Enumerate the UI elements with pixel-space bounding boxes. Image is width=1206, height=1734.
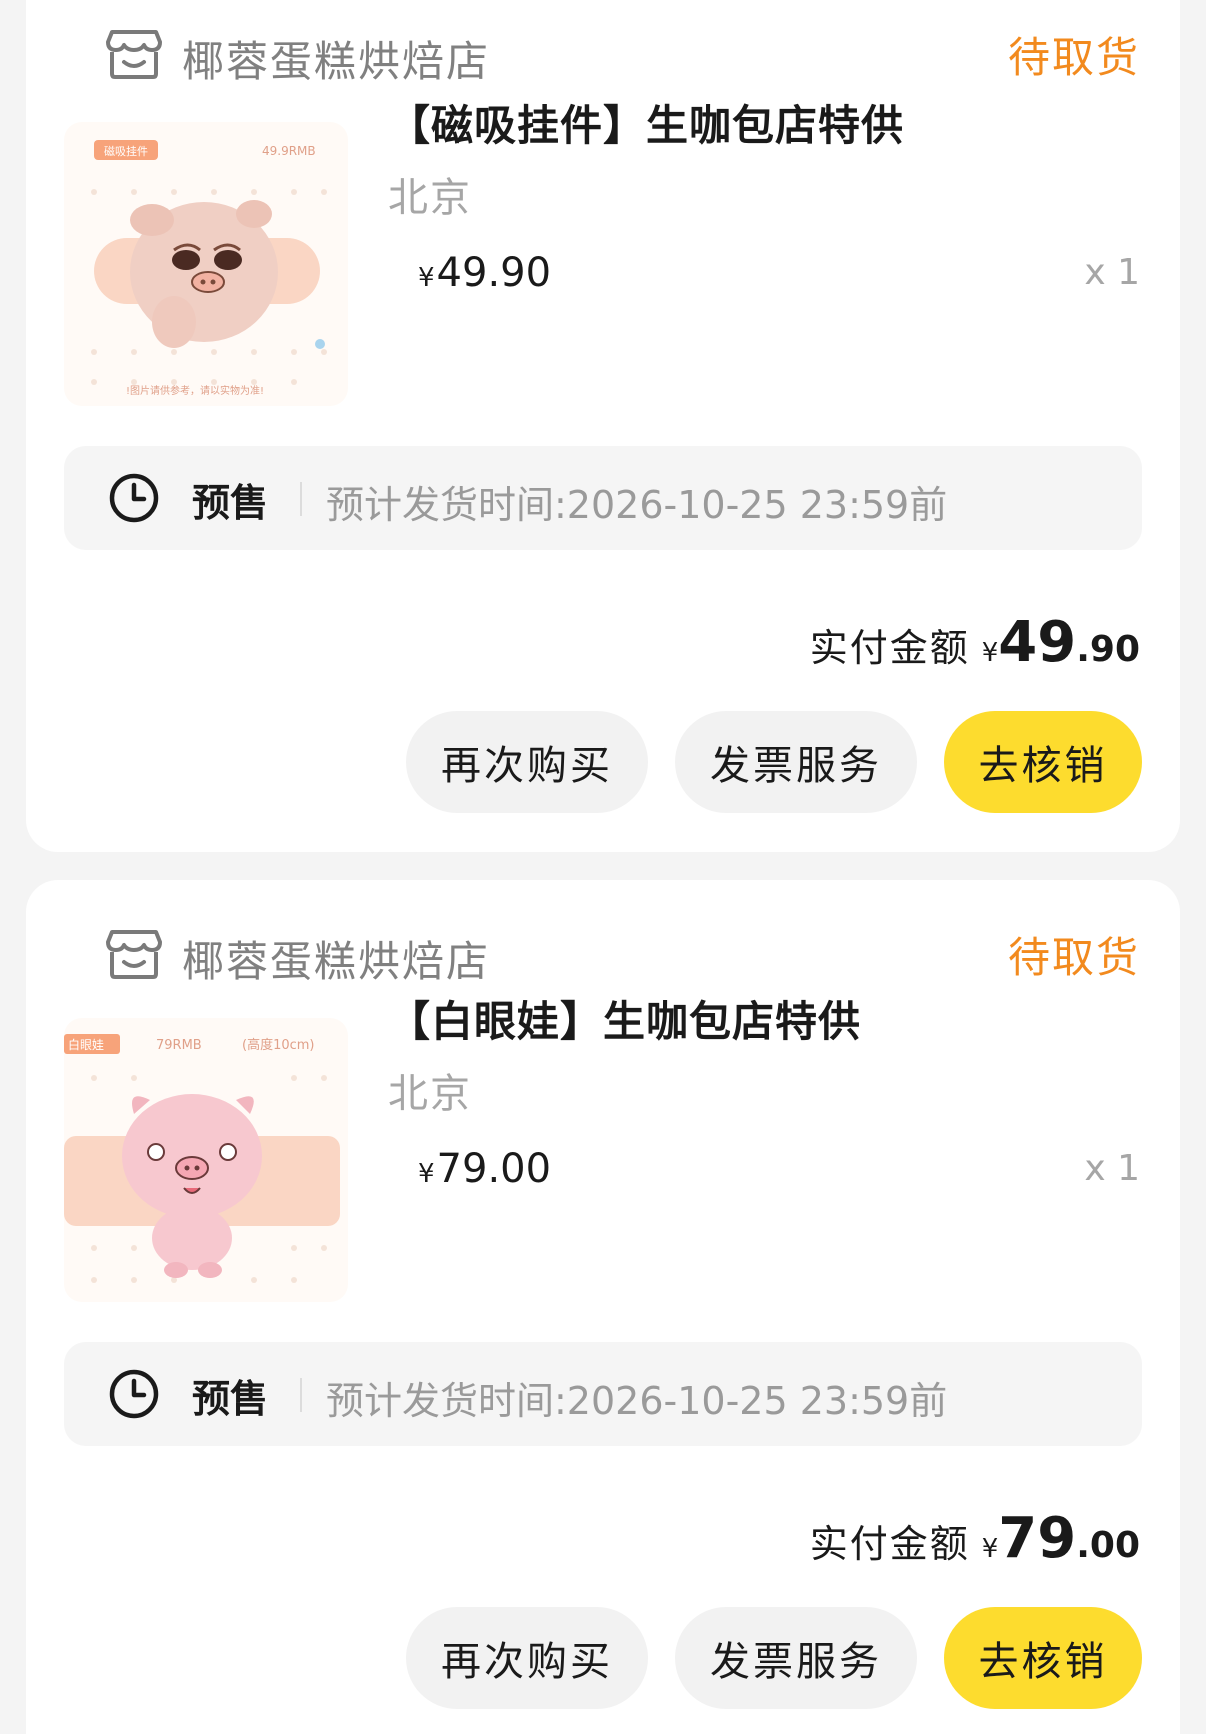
product-quantity: x 1 [1084,1148,1140,1189]
product-title[interactable]: 【磁吸挂件】生咖包店特供 [388,92,904,153]
shop-header[interactable]: 椰蓉蛋糕烘焙店 待取货 [66,24,1140,86]
product-city: 北京 [388,1071,472,1117]
order-card[interactable]: 椰蓉蛋糕烘焙店 待取货 白眼娃 79RMB (高度10cm) 【白眼娃】生咖包店… [26,880,1180,1734]
paid-label: 实付金额 [809,626,970,670]
product-city: 北京 [388,175,472,221]
clock-icon [108,472,160,524]
image-price: 79RMB [156,1038,202,1053]
shop-icon [106,928,162,980]
paid-decimal: .00 [1076,1525,1140,1566]
shop-header[interactable]: 椰蓉蛋糕烘焙店 待取货 [66,924,1140,986]
image-tag: 磁吸挂件 [104,144,148,158]
paid-integer: 79 [998,1506,1077,1571]
currency-symbol: ¥ [418,263,435,293]
invoice-button[interactable]: 发票服务 [675,1607,917,1709]
rebuy-button[interactable]: 再次购买 [406,1607,648,1709]
paid-label: 实付金额 [809,1522,970,1566]
paid-amount: 实付金额 ¥49.90 [809,610,1140,675]
invoice-button[interactable]: 发票服务 [675,711,917,813]
price-value: 79.00 [436,1146,552,1192]
presale-label: 预售 [192,1377,269,1421]
order-status: 待取货 [1007,933,1140,982]
shop-name[interactable]: 椰蓉蛋糕烘焙店 [182,928,490,989]
order-card[interactable]: 椰蓉蛋糕烘焙店 待取货 磁吸挂件 49.9RMB !图片请供参考，请以实物为准!… [26,0,1180,852]
product-price: ¥79.00 [418,1146,551,1192]
divider [300,1378,302,1412]
paid-integer: 49 [998,610,1077,675]
product-quantity: x 1 [1084,252,1140,293]
verify-button[interactable]: 去核销 [944,1607,1142,1709]
product-image[interactable]: 磁吸挂件 49.9RMB !图片请供参考，请以实物为准! [64,122,348,406]
rebuy-button[interactable]: 再次购买 [406,711,648,813]
image-price: 49.9RMB [262,144,316,158]
shop-icon [106,28,162,80]
price-value: 49.90 [436,250,552,296]
paid-amount: 实付金额 ¥79.00 [809,1506,1140,1571]
divider [300,482,302,516]
presale-label: 预售 [192,481,269,525]
presale-info: 预售 预计发货时间:2026-10-25 23:59前 [64,446,1142,550]
image-tag: 白眼娃 [68,1037,104,1052]
image-note: !图片请供参考，请以实物为准! [126,384,264,397]
currency-symbol: ¥ [981,638,999,668]
image-size: (高度10cm) [242,1037,315,1053]
currency-symbol: ¥ [418,1159,435,1189]
verify-button[interactable]: 去核销 [944,711,1142,813]
ship-eta: 预计发货时间:2026-10-25 23:59前 [326,483,948,527]
presale-info: 预售 预计发货时间:2026-10-25 23:59前 [64,1342,1142,1446]
paid-decimal: .90 [1076,629,1140,670]
product-price: ¥49.90 [418,250,551,296]
order-status: 待取货 [1007,33,1140,82]
product-image[interactable]: 白眼娃 79RMB (高度10cm) [64,1018,348,1302]
clock-icon [108,1368,160,1420]
currency-symbol: ¥ [981,1534,999,1564]
product-title[interactable]: 【白眼娃】生咖包店特供 [388,988,861,1049]
ship-eta: 预计发货时间:2026-10-25 23:59前 [326,1379,948,1423]
shop-name[interactable]: 椰蓉蛋糕烘焙店 [182,28,490,89]
